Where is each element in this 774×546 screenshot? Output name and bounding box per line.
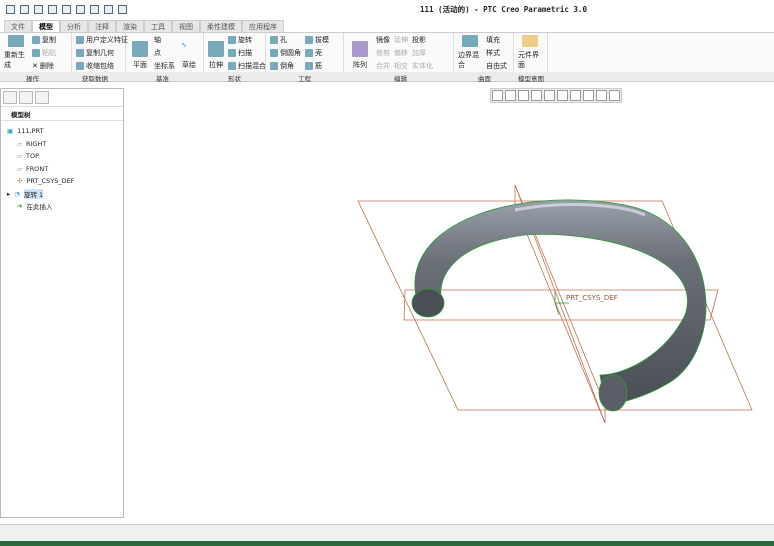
- extrude-button[interactable]: 拉伸: [208, 35, 224, 70]
- redo-icon[interactable]: [76, 4, 85, 14]
- window-title: 111 (活动的) - PTC Creo Parametric 3.0: [420, 5, 587, 14]
- tree-item-right[interactable]: ▱ RIGHT: [7, 138, 123, 151]
- mirror-button[interactable]: 镜像: [376, 35, 390, 45]
- tab-tools[interactable]: 工具: [144, 20, 172, 32]
- plane-button[interactable]: 平面: [130, 35, 150, 70]
- point-button[interactable]: 点: [154, 48, 175, 58]
- expand-icon: ▸: [7, 189, 11, 198]
- taskbar: [0, 541, 774, 546]
- tree-item-front[interactable]: ▱ FRONT: [7, 163, 123, 176]
- revolve-torus: [414, 199, 707, 406]
- saved-views-icon[interactable]: [557, 90, 568, 101]
- regenerate-button[interactable]: 重新生成: [4, 35, 28, 70]
- orient-icon[interactable]: [544, 90, 555, 101]
- copy-geometry-button[interactable]: 复制几何: [76, 48, 128, 58]
- draft-button[interactable]: 拔模: [305, 35, 329, 45]
- group-labels: 操作 获取数据 基准 形状 工程 编辑 曲面 模型意图: [0, 72, 774, 83]
- sketch-button[interactable]: ∿ 草绘: [179, 35, 199, 70]
- revolve-button[interactable]: 旋转: [228, 35, 266, 45]
- zoom-out-icon[interactable]: [518, 90, 529, 101]
- shell-button[interactable]: 壳: [305, 48, 329, 58]
- app-icon[interactable]: [6, 4, 15, 14]
- tab-file[interactable]: 文件: [4, 20, 32, 32]
- navigator-panel: 模型树 ▣ 111.PRT ▱ RIGHT ▱ TOP ▱ FRONT ✣ PRT_CSY…: [0, 88, 124, 518]
- favorites-tab[interactable]: [35, 91, 49, 104]
- merge-button[interactable]: 合并: [376, 61, 390, 71]
- open-icon[interactable]: [34, 4, 43, 14]
- csys-button[interactable]: 坐标系: [154, 61, 175, 71]
- spin-center-icon[interactable]: [596, 90, 607, 101]
- fill-button[interactable]: 填充: [486, 35, 507, 45]
- tree-item-top[interactable]: ▱ TOP: [7, 150, 123, 163]
- component-interface-button[interactable]: 元件界面: [518, 35, 542, 70]
- ribbon: 重新生成 复制 粘贴 ✕ 删除 用户定义特征 复制几何 收缩包络 平面 轴 点 坐…: [0, 32, 774, 72]
- pattern-button[interactable]: 阵列: [348, 35, 372, 70]
- swept-blend-button[interactable]: 扫描混合: [228, 61, 266, 71]
- tab-render[interactable]: 渲染: [116, 20, 144, 32]
- axis-button[interactable]: 轴: [154, 35, 175, 45]
- csys-label: PRT_CSYS_DEF: [566, 294, 618, 302]
- tree-item-part[interactable]: ▣ 111.PRT: [7, 125, 123, 138]
- regenerate-icon[interactable]: [90, 4, 99, 14]
- annotation-display-icon[interactable]: [609, 90, 620, 101]
- udf-button[interactable]: 用户定义特征: [76, 35, 128, 45]
- close-window-icon[interactable]: [118, 4, 127, 14]
- regenerate-icon: [8, 35, 24, 47]
- chamfer-button[interactable]: 倒角: [270, 61, 301, 71]
- tree-item-csys[interactable]: ✣ PRT_CSYS_DEF: [7, 175, 123, 188]
- zoom-in-icon[interactable]: [505, 90, 516, 101]
- tab-annotate[interactable]: 注释: [88, 20, 116, 32]
- graphics-viewport[interactable]: PRT_CSYS_DEF: [125, 105, 774, 524]
- model-tree-tab[interactable]: [3, 91, 17, 104]
- tab-flexible-modeling[interactable]: 柔性建模: [200, 20, 242, 32]
- boundary-blend-button[interactable]: 边界混合: [458, 35, 482, 70]
- trim-button[interactable]: 修剪: [376, 48, 390, 58]
- round-button[interactable]: 倒圆角: [270, 48, 301, 58]
- quick-access-toolbar: [0, 0, 774, 18]
- tree-item-insert-here[interactable]: ➜ 在此插入: [7, 200, 123, 213]
- refit-icon[interactable]: [492, 90, 503, 101]
- offset-button[interactable]: 偏移: [394, 48, 408, 58]
- intersect-button[interactable]: 相交: [394, 61, 408, 71]
- tab-analysis[interactable]: 分析: [60, 20, 88, 32]
- thicken-button[interactable]: 加厚: [412, 48, 433, 58]
- ribbon-tabs: 文件 模型 分析 注释 渲染 工具 视图 柔性建模 应用程序: [0, 20, 284, 32]
- datum-display-icon[interactable]: [583, 90, 594, 101]
- freestyle-button[interactable]: 自由式: [486, 61, 507, 71]
- x-icon: ✕: [32, 62, 38, 70]
- folder-browser-tab[interactable]: [19, 91, 33, 104]
- windows-icon[interactable]: [104, 4, 113, 14]
- extend-button[interactable]: 延伸: [394, 35, 408, 45]
- view-toolbar: [490, 88, 622, 103]
- tab-view[interactable]: 视图: [172, 20, 200, 32]
- new-icon[interactable]: [20, 4, 29, 14]
- tree-item-revolve[interactable]: ▸ ◔ 旋转 1: [7, 188, 123, 201]
- save-icon[interactable]: [48, 4, 57, 14]
- undo-icon[interactable]: [62, 4, 71, 14]
- copy-button[interactable]: 复制: [32, 35, 56, 45]
- project-button[interactable]: 投影: [412, 35, 433, 45]
- tab-applications[interactable]: 应用程序: [242, 20, 284, 32]
- display-style-icon[interactable]: [570, 90, 581, 101]
- tab-model[interactable]: 模型: [32, 20, 60, 32]
- solidify-button[interactable]: 实体化: [412, 61, 433, 71]
- sweep-button[interactable]: 扫描: [228, 48, 266, 58]
- shrinkwrap-button[interactable]: 收缩包络: [76, 61, 128, 71]
- rib-button[interactable]: 筋: [305, 61, 329, 71]
- paste-button[interactable]: 粘贴: [32, 48, 56, 58]
- model-tree-header: 模型树: [1, 107, 123, 121]
- hole-button[interactable]: 孔: [270, 35, 301, 45]
- repaint-icon[interactable]: [531, 90, 542, 101]
- delete-button[interactable]: ✕ 删除: [32, 61, 56, 71]
- style-button[interactable]: 样式: [486, 48, 507, 58]
